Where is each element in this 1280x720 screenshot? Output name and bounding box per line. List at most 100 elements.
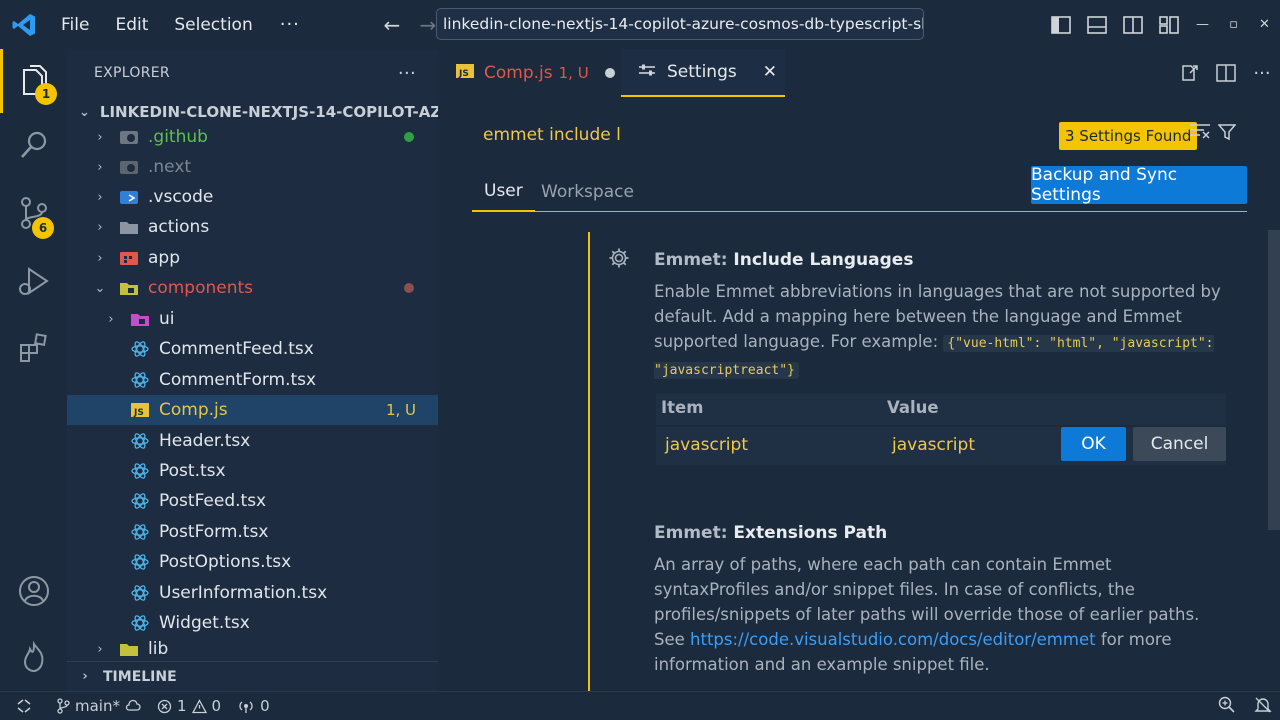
chevron-right-icon: › bbox=[97, 189, 103, 205]
tree-file-post[interactable]: Post.tsx bbox=[67, 456, 438, 486]
zoom-icon[interactable] bbox=[1218, 696, 1236, 718]
timeline-section[interactable]: › TIMELINE bbox=[67, 661, 438, 691]
branch-indicator[interactable]: main* bbox=[48, 692, 149, 720]
close-tab-icon[interactable]: ✕ bbox=[763, 62, 777, 82]
chevron-right-icon: › bbox=[97, 250, 103, 266]
lib-folder-icon bbox=[118, 640, 140, 658]
open-settings-json-icon[interactable] bbox=[1172, 49, 1208, 97]
tree-folder-github[interactable]: › .github bbox=[67, 122, 438, 152]
close-window-icon[interactable]: ✕ bbox=[1249, 0, 1280, 49]
git-added-dot bbox=[404, 132, 414, 142]
ui-folder-icon bbox=[129, 310, 151, 328]
tree-file-postform[interactable]: PostForm.tsx bbox=[67, 517, 438, 547]
tree-label: .next bbox=[148, 157, 192, 177]
tree-folder-lib[interactable]: › lib bbox=[67, 638, 438, 660]
timeline-label: TIMELINE bbox=[103, 668, 177, 685]
tree-folder-components[interactable]: ⌄ components bbox=[67, 273, 438, 303]
setting-title: Emmet: Extensions Path bbox=[654, 523, 1229, 543]
tree-label: app bbox=[148, 248, 180, 268]
menu-edit[interactable]: Edit bbox=[102, 15, 161, 35]
item-value-input[interactable]: javascript bbox=[887, 431, 1052, 461]
explorer-more-actions[interactable]: ··· bbox=[398, 63, 416, 84]
filter-funnel-icon[interactable] bbox=[1217, 123, 1237, 145]
setting-description: An array of paths, where each path can c… bbox=[654, 552, 1229, 677]
cancel-button[interactable]: Cancel bbox=[1133, 427, 1226, 461]
svg-text:JS: JS bbox=[133, 408, 144, 418]
editor-tabs: JS Comp.js 1, U Settings ✕ ··· bbox=[438, 49, 1280, 97]
react-file-icon bbox=[129, 523, 151, 541]
explorer-activity-icon[interactable]: 1 bbox=[0, 49, 67, 113]
problems-indicator[interactable]: 1 0 bbox=[149, 692, 229, 720]
settings-scrollbar[interactable] bbox=[1268, 230, 1280, 530]
split-editor-icon[interactable] bbox=[1208, 49, 1244, 97]
setting-name: Include Languages bbox=[733, 250, 914, 270]
ports-indicator[interactable]: 0 bbox=[229, 692, 278, 720]
source-control-badge: 6 bbox=[32, 217, 54, 239]
manage-gear-icon[interactable] bbox=[0, 625, 67, 689]
tree-folder-actions[interactable]: › actions bbox=[67, 212, 438, 242]
setting-category: Emmet: bbox=[654, 250, 734, 270]
tree-folder-next[interactable]: › .next bbox=[67, 152, 438, 182]
run-debug-activity-icon[interactable] bbox=[0, 249, 67, 313]
tree-file-widget[interactable]: Widget.tsx bbox=[67, 608, 438, 638]
documentation-link[interactable]: https://code.visualstudio.com/docs/edito… bbox=[690, 630, 1096, 649]
tree-file-commentform[interactable]: CommentForm.tsx bbox=[67, 365, 438, 395]
minimize-icon[interactable]: — bbox=[1187, 0, 1218, 49]
clear-filter-icon[interactable] bbox=[1190, 123, 1210, 145]
tab-settings[interactable]: Settings ✕ bbox=[621, 49, 785, 97]
toggle-secondary-sidebar-icon[interactable] bbox=[1115, 0, 1151, 49]
command-center-search[interactable]: linkedin-clone-nextjs-14-copilot-azure-c… bbox=[436, 8, 924, 40]
git-branch-icon bbox=[57, 698, 70, 714]
tree-label: UserInformation.tsx bbox=[159, 583, 328, 603]
menu-file[interactable]: File bbox=[48, 15, 102, 35]
maximize-icon[interactable]: ▫ bbox=[1218, 0, 1249, 49]
error-count: 1 bbox=[176, 697, 187, 715]
search-activity-icon[interactable] bbox=[0, 113, 67, 177]
tab-comp-js[interactable]: JS Comp.js 1, U bbox=[438, 49, 621, 97]
tree-file-commentfeed[interactable]: CommentFeed.tsx bbox=[67, 334, 438, 364]
chevron-right-icon: › bbox=[108, 311, 114, 327]
react-file-icon bbox=[129, 584, 151, 602]
remote-indicator-icon[interactable] bbox=[0, 692, 48, 720]
column-value-header: Value bbox=[887, 398, 939, 417]
app-folder-icon bbox=[118, 249, 140, 267]
tab-workspace-settings[interactable]: Workspace bbox=[541, 172, 634, 212]
status-bar: main* 1 0 0 bbox=[0, 691, 1280, 720]
tree-label: lib bbox=[148, 639, 169, 659]
tree-folder-app[interactable]: › app bbox=[67, 243, 438, 273]
setting-gear-icon[interactable] bbox=[608, 247, 630, 273]
extensions-activity-icon[interactable] bbox=[0, 315, 67, 379]
menu-more[interactable]: ··· bbox=[266, 14, 314, 35]
chevron-right-icon: › bbox=[97, 641, 103, 657]
customize-layout-icon[interactable] bbox=[1151, 0, 1187, 49]
tree-file-header[interactable]: Header.tsx bbox=[67, 426, 438, 456]
accounts-icon[interactable] bbox=[0, 559, 67, 623]
backup-sync-settings-button[interactable]: Backup and Sync Settings bbox=[1031, 165, 1247, 205]
ok-button[interactable]: OK bbox=[1061, 427, 1126, 461]
menu-selection[interactable]: Selection bbox=[161, 15, 265, 35]
toggle-panel-icon[interactable] bbox=[1079, 0, 1115, 49]
tree-file-postoptions[interactable]: PostOptions.tsx bbox=[67, 547, 438, 577]
setting-name: Extensions Path bbox=[733, 523, 888, 543]
tree-label: .github bbox=[148, 127, 208, 147]
notifications-bell-icon[interactable] bbox=[1254, 696, 1272, 718]
back-arrow-icon[interactable]: ← bbox=[374, 13, 410, 37]
chevron-right-icon: › bbox=[82, 669, 88, 684]
setting-title: Emmet: Include Languages bbox=[654, 250, 1229, 270]
tree-file-postfeed[interactable]: PostFeed.tsx bbox=[67, 486, 438, 516]
tree-folder-ui[interactable]: › ui bbox=[67, 304, 438, 334]
react-file-icon bbox=[129, 371, 151, 389]
item-key-input[interactable]: javascript bbox=[660, 431, 874, 461]
more-actions-icon[interactable]: ··· bbox=[1244, 49, 1280, 97]
tree-file-comp-js[interactable]: JS Comp.js 1, U bbox=[67, 395, 438, 425]
branch-name: main* bbox=[75, 697, 120, 715]
tree-label: components bbox=[148, 278, 254, 298]
toggle-primary-sidebar-icon[interactable] bbox=[1043, 0, 1079, 49]
tab-user-settings[interactable]: User bbox=[472, 172, 535, 212]
vscode-logo-icon bbox=[0, 0, 48, 49]
ports-count: 0 bbox=[260, 697, 270, 715]
source-control-activity-icon[interactable]: 6 bbox=[0, 181, 67, 245]
tree-file-userinformation[interactable]: UserInformation.tsx bbox=[67, 578, 438, 608]
tree-folder-vscode[interactable]: › .vscode bbox=[67, 182, 438, 212]
unsaved-dot-icon[interactable] bbox=[604, 68, 615, 78]
